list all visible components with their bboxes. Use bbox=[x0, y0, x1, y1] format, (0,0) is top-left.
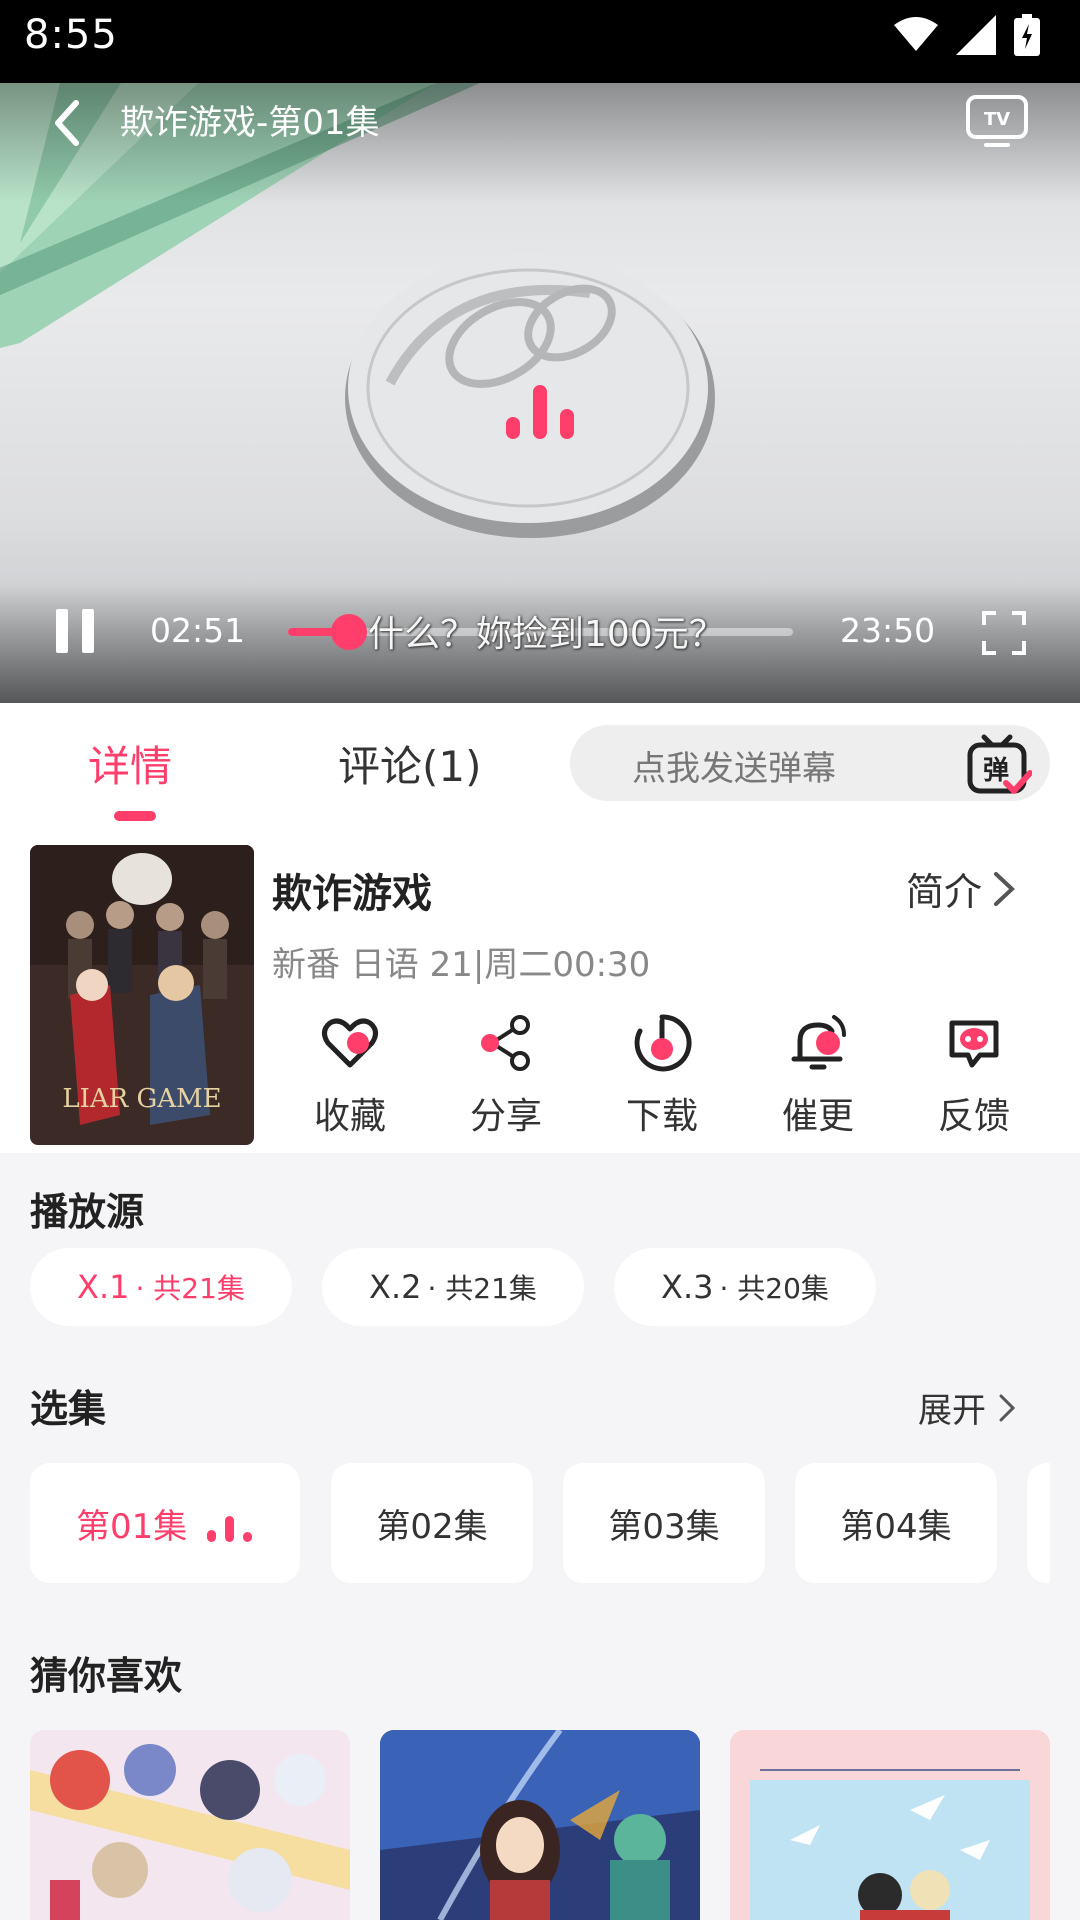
recommend-title: 猜你喜欢 bbox=[30, 1654, 183, 1698]
battery-icon bbox=[1014, 14, 1040, 56]
action-label: 催更 bbox=[781, 1096, 854, 1137]
svg-text:TV: TV bbox=[984, 109, 1010, 130]
favorite-button[interactable]: 收藏 bbox=[272, 1013, 428, 1143]
intro-label: 简介 bbox=[906, 870, 983, 914]
tab-comment[interactable]: 评论(1) bbox=[338, 733, 482, 794]
player-title: 欺诈游戏-第01集 bbox=[120, 103, 380, 143]
source-list: X.1 · 共21集 X.2 · 共21集 X.3 · 共20集 bbox=[30, 1248, 876, 1326]
subtitle-text: 什么？妳捡到100元？ bbox=[368, 614, 725, 655]
episode-item[interactable]: 第04集 bbox=[795, 1463, 997, 1583]
status-icons bbox=[894, 14, 1040, 56]
episode-item[interactable]: 第01集 bbox=[30, 1463, 300, 1583]
video-player[interactable]: 欺诈游戏-第01集 TV 02:51 什么？妳捡到100元？ 23:50 bbox=[0, 83, 1080, 703]
chevron-right-icon bbox=[999, 1394, 1016, 1421]
cast-tv-button[interactable]: TV bbox=[964, 91, 1030, 151]
sources-title: 播放源 bbox=[30, 1190, 145, 1234]
intro-link[interactable]: 简介 bbox=[906, 861, 1016, 916]
show-cover-image[interactable]: LIAR GAME bbox=[30, 845, 254, 1145]
action-label: 下载 bbox=[625, 1096, 698, 1137]
fullscreen-button[interactable] bbox=[980, 609, 1028, 657]
show-info: LIAR GAME 欺诈游戏 简介 新番 日语 21|周二00:30 收藏 分享… bbox=[0, 833, 1080, 1153]
status-bar: 8:55 bbox=[0, 0, 1080, 83]
source-item[interactable]: X.1 · 共21集 bbox=[30, 1248, 292, 1326]
chevron-right-icon bbox=[994, 871, 1015, 906]
source-item[interactable]: X.3 · 共20集 bbox=[614, 1248, 876, 1326]
playing-bars-icon bbox=[207, 1516, 253, 1542]
share-icon bbox=[481, 1015, 530, 1071]
source-name: X.1 bbox=[77, 1268, 130, 1306]
action-label: 收藏 bbox=[313, 1096, 386, 1137]
signal-icon bbox=[956, 15, 996, 55]
download-icon bbox=[634, 1014, 692, 1072]
episode-item[interactable]: 第02集 bbox=[331, 1463, 533, 1583]
recommend-list bbox=[30, 1730, 1050, 1920]
download-button[interactable]: 下载 bbox=[584, 1013, 740, 1143]
wifi-icon bbox=[894, 17, 938, 51]
back-button[interactable] bbox=[40, 93, 100, 153]
source-name: X.2 bbox=[369, 1268, 422, 1306]
recommend-item-thumbnail[interactable] bbox=[730, 1730, 1050, 1920]
episodes-title: 选集 bbox=[30, 1387, 107, 1431]
detail-content: LIAR GAME 欺诈游戏 简介 新番 日语 21|周二00:30 收藏 分享… bbox=[0, 833, 1080, 1920]
heart-icon bbox=[322, 1018, 378, 1068]
progress-knob[interactable] bbox=[330, 614, 367, 650]
feedback-button[interactable]: 反馈 bbox=[896, 1013, 1052, 1143]
source-count: · 共20集 bbox=[719, 1272, 829, 1305]
action-row: 收藏 分享 下载 催更 反馈 bbox=[272, 1013, 1052, 1143]
expand-label: 展开 bbox=[918, 1391, 986, 1431]
bell-icon bbox=[791, 1015, 846, 1070]
action-label: 分享 bbox=[469, 1096, 542, 1137]
source-name: X.3 bbox=[661, 1268, 714, 1306]
share-button[interactable]: 分享 bbox=[428, 1013, 584, 1143]
episode-item[interactable] bbox=[1027, 1463, 1050, 1583]
danmaku-input[interactable]: 点我发送弹幕 弹 bbox=[570, 725, 1050, 801]
episode-item[interactable]: 第03集 bbox=[563, 1463, 765, 1583]
urge-update-button[interactable]: 催更 bbox=[740, 1013, 896, 1143]
status-time: 8:55 bbox=[24, 12, 118, 58]
expand-episodes-button[interactable]: 展开 bbox=[918, 1383, 1016, 1432]
total-time: 23:50 bbox=[840, 611, 936, 650]
danmaku-placeholder: 点我发送弹幕 bbox=[632, 749, 836, 789]
source-count: · 共21集 bbox=[135, 1272, 245, 1305]
action-label: 反馈 bbox=[937, 1096, 1010, 1137]
show-meta: 新番 日语 21|周二00:30 bbox=[272, 945, 651, 985]
danmaku-icon[interactable]: 弹 bbox=[966, 733, 1032, 797]
episode-label: 第01集 bbox=[76, 1506, 188, 1547]
episode-list: 第01集 第02集 第03集 第04集 bbox=[30, 1463, 1050, 1583]
source-count: · 共21集 bbox=[427, 1272, 537, 1305]
tab-indicator bbox=[114, 811, 156, 821]
cover-logo-text: LIAR GAME bbox=[62, 1084, 221, 1114]
recommend-item-thumbnail[interactable] bbox=[380, 1730, 700, 1920]
loading-bars-icon bbox=[506, 385, 574, 439]
tab-detail[interactable]: 详情 bbox=[88, 733, 172, 794]
show-title: 欺诈游戏 bbox=[272, 871, 432, 917]
player-controls: 02:51 什么？妳捡到100元？ 23:50 bbox=[0, 593, 1080, 673]
recommend-item-thumbnail[interactable] bbox=[30, 1730, 350, 1920]
feedback-icon bbox=[949, 1020, 999, 1068]
source-item[interactable]: X.2 · 共21集 bbox=[322, 1248, 584, 1326]
current-time: 02:51 bbox=[150, 611, 246, 650]
pause-button[interactable] bbox=[52, 605, 98, 657]
tab-bar: 详情 评论(1) 点我发送弹幕 弹 bbox=[0, 703, 1080, 833]
